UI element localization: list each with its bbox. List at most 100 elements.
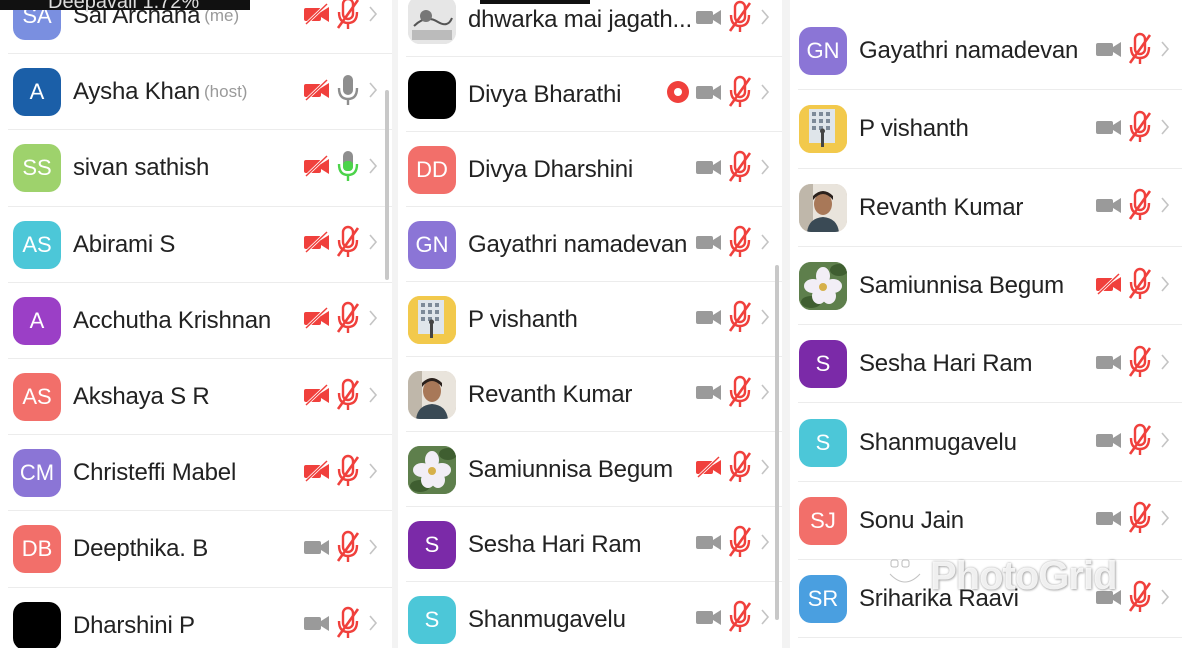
participant-row-sesha-hari-ram[interactable]: S Sesha Hari Ram (398, 507, 782, 582)
avatar-initials: SR (807, 586, 839, 612)
chevron-right-icon[interactable] (368, 386, 378, 409)
chevron-right-icon[interactable] (1160, 353, 1170, 376)
chevron-right-icon[interactable] (368, 309, 378, 332)
video-off-icon (302, 231, 332, 258)
participant-controls (694, 0, 770, 39)
participant-row-sonu-jain[interactable]: SJ Sonu Jain (790, 482, 1182, 561)
chevron-right-icon[interactable] (760, 158, 770, 181)
status-bar: Deepavali 1.72% (0, 0, 250, 13)
participant-row-acchutha-krishnan[interactable]: A Acchutha Krishnan (0, 283, 392, 359)
chevron-right-icon[interactable] (760, 308, 770, 331)
chevron-right-icon[interactable] (368, 462, 378, 485)
chevron-right-icon[interactable] (368, 157, 378, 180)
participant-row-dhwarka-mai-jagath[interactable]: dhwarka mai jagath... (398, 0, 782, 57)
mic-muted-icon (1128, 423, 1152, 462)
participant-controls (302, 301, 378, 340)
chevron-right-icon[interactable] (368, 233, 378, 256)
participant-row-divya-dharshini[interactable]: DD Divya Dharshini (398, 132, 782, 207)
mic-muted-icon (336, 454, 360, 493)
video-off-icon (694, 455, 724, 483)
avatar: DD (408, 145, 456, 194)
chevron-right-icon[interactable] (760, 233, 770, 256)
video-off-icon (302, 154, 332, 182)
participant-row-akshaya-s-r[interactable]: AS Akshaya S R (0, 359, 392, 436)
participant-name: dhwarka mai jagath... (468, 5, 692, 33)
participant-row-abirami-s[interactable]: AS Abirami S (0, 207, 392, 283)
participant-controls (694, 150, 770, 189)
chevron-right-icon[interactable] (1160, 196, 1170, 219)
participant-row-revanth-kumar[interactable]: Revanth Kumar (790, 169, 1182, 247)
avatar: AS (13, 220, 61, 269)
avatar: S (799, 418, 847, 467)
avatar (799, 183, 847, 232)
participant-row-gayathri-namadevan[interactable]: GN Gayathri namadevan (398, 207, 782, 282)
participant-row-gayathri-namadevan[interactable]: GN Gayathri namadevan (790, 12, 1182, 91)
chevron-right-icon[interactable] (368, 538, 378, 561)
chevron-right-icon[interactable] (368, 614, 378, 637)
mic-muted-icon (336, 606, 360, 645)
avatar-initials: A (29, 79, 45, 105)
avatar (408, 370, 456, 419)
participant-controls (302, 378, 378, 417)
participant-controls (694, 450, 770, 489)
mic-muted-icon (1128, 267, 1152, 306)
participant-controls (694, 225, 770, 264)
chevron-right-icon[interactable] (760, 383, 770, 406)
chevron-right-icon[interactable] (1160, 431, 1170, 454)
participant-row-sesha-hari-ram[interactable]: S Sesha Hari Ram (790, 325, 1182, 404)
participant-name: Christeffi Mabel (73, 459, 237, 487)
photogrid-logo-icon (888, 559, 922, 585)
mic-muted-icon (728, 150, 752, 189)
chevron-right-icon[interactable] (1160, 40, 1170, 63)
participant-controls (1094, 267, 1170, 306)
participant-row-p-vishanth[interactable]: P vishanth (790, 90, 1182, 169)
participant-row-deepthika-b[interactable]: DB Deepthika. B (0, 511, 392, 588)
chevron-right-icon[interactable] (368, 5, 378, 28)
recording-icon (666, 80, 690, 109)
mic-muted-icon (1128, 580, 1152, 619)
chevron-right-icon[interactable] (1160, 275, 1170, 298)
participant-row-shanmugavelu[interactable]: S Shanmugavelu (398, 582, 782, 648)
chevron-right-icon[interactable] (760, 608, 770, 631)
chevron-right-icon[interactable] (760, 458, 770, 481)
chevron-right-icon[interactable] (1160, 509, 1170, 532)
participant-row-samiunnisa-begum[interactable]: Samiunnisa Begum (398, 432, 782, 507)
status-bar-text: Deepavali 1.72% (48, 0, 200, 13)
participant-controls (1094, 345, 1170, 384)
avatar-initials: SS (22, 155, 52, 181)
mic-muted-icon (336, 301, 360, 340)
participant-name: Revanth Kumar (859, 193, 1024, 221)
participant-controls (1094, 423, 1170, 462)
avatar (13, 601, 61, 648)
participant-row-sivan-sathish[interactable]: SS sivan sathish (0, 130, 392, 207)
avatar (799, 105, 847, 154)
chevron-right-icon[interactable] (760, 83, 770, 106)
participant-row-shanmugavelu[interactable]: S Shanmugavelu (790, 404, 1182, 482)
chevron-right-icon[interactable] (760, 8, 770, 31)
participants-column-3: GN Gayathri namadevan P vishanth Revanth Ku… (790, 0, 1182, 648)
participant-row-divya-bharathi[interactable]: Divya Bharathi (398, 57, 782, 132)
chevron-right-icon[interactable] (760, 533, 770, 556)
mic-muted-icon (1128, 188, 1152, 227)
chevron-right-icon[interactable] (1160, 118, 1170, 141)
mic-muted-icon (728, 75, 752, 114)
participant-row-p-vishanth[interactable]: P vishanth (398, 282, 782, 357)
scrollbar[interactable] (775, 265, 779, 620)
avatar-initials: S (815, 351, 831, 377)
chevron-right-icon[interactable] (1160, 588, 1170, 611)
chevron-right-icon[interactable] (368, 81, 378, 104)
avatar: DB (13, 525, 61, 574)
participant-row-christeffi-mabel[interactable]: CM Christeffi Mabel (0, 435, 392, 512)
participant-row-samiunnisa-begum[interactable]: Samiunnisa Begum (790, 247, 1182, 326)
avatar-initials: S (424, 606, 440, 632)
participant-controls (302, 454, 378, 493)
participant-row-revanth-kumar[interactable]: Revanth Kumar (398, 357, 782, 432)
participant-row-dharshini-p[interactable]: Dharshini P (0, 588, 392, 648)
participant-row-aysha-khan[interactable]: A Aysha Khan (host) (0, 54, 392, 131)
mic-muted-icon (728, 525, 752, 564)
video-off-icon (302, 383, 332, 411)
participants-column-2: dhwarka mai jagath... Divya Bharathi DD Div… (398, 0, 782, 648)
mic-muted-icon (728, 600, 752, 639)
scrollbar[interactable] (385, 90, 389, 280)
participant-name: Acchutha Krishnan (73, 306, 272, 334)
